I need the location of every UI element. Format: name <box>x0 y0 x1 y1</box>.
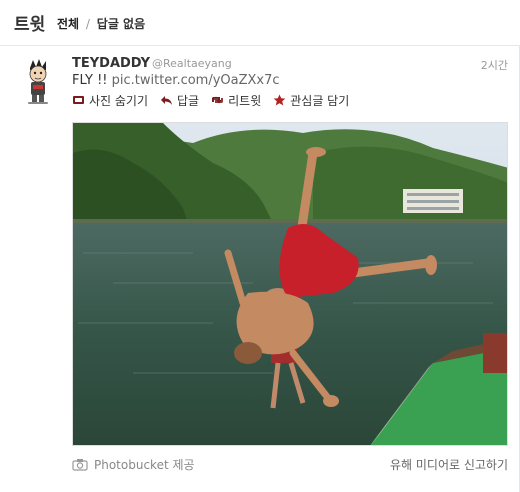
report-media-link[interactable]: 유해 미디어로 신고하기 <box>390 456 508 473</box>
filter-all[interactable]: 전체 <box>57 17 79 31</box>
retweet-icon <box>212 96 224 104</box>
tweets-header: 트윗 전체 / 답글 없음 <box>0 0 520 46</box>
favorite-button[interactable]: 관심글 담기 <box>273 92 349 109</box>
hide-photo-button[interactable]: 사진 숨기기 <box>72 92 148 109</box>
tweet-filters: 전체 / 답글 없음 <box>57 15 145 32</box>
media-provider: Photobucket 제공 <box>72 456 195 473</box>
photo-scene <box>73 123 507 445</box>
camera-icon <box>72 459 88 471</box>
hide-photo-label: 사진 숨기기 <box>89 93 149 108</box>
retweet-button[interactable]: 리트윗 <box>211 92 261 109</box>
favorite-label: 관심글 담기 <box>290 93 350 108</box>
retweet-label: 리트윗 <box>228 93 262 108</box>
avatar[interactable] <box>20 58 56 106</box>
tweet-text-body: FLY !! <box>72 73 112 88</box>
tweet-media-link[interactable]: pic.twitter.com/yOaZXx7c <box>112 73 280 88</box>
tweet-item[interactable]: TEYDADDY @Realtaeyang 2시간 FLY !! pic.twi… <box>0 46 520 492</box>
tweet-photo[interactable] <box>72 122 508 446</box>
star-icon <box>273 94 286 106</box>
provider-label[interactable]: Photobucket 제공 <box>94 456 195 473</box>
filter-separator: / <box>85 17 90 31</box>
tweet-actions: 사진 숨기기 답글 리트윗 관심글 담기 <box>72 92 349 108</box>
author-handle[interactable]: @Realtaeyang <box>152 57 232 70</box>
photo-icon <box>73 96 84 104</box>
timestamp[interactable]: 2시간 <box>481 57 508 73</box>
tweet-text: FLY !! pic.twitter.com/yOaZXx7c <box>72 73 280 88</box>
author-name[interactable]: TEYDADDY <box>72 56 150 71</box>
tweets-panel: 트윗 전체 / 답글 없음 TEYDADDY @Realtaeyang 2시간 … <box>0 0 520 492</box>
reply-button[interactable]: 답글 <box>160 92 199 109</box>
reply-label: 답글 <box>177 93 200 108</box>
filter-no-replies[interactable]: 답글 없음 <box>97 17 145 31</box>
reply-arrow-icon <box>161 96 173 105</box>
page-title: 트윗 <box>14 15 46 35</box>
